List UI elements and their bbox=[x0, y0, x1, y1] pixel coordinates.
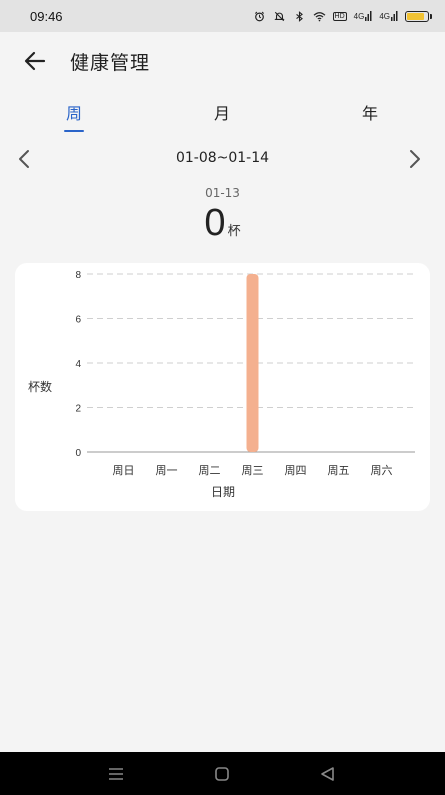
signal-bars-icon-2 bbox=[391, 11, 398, 21]
selected-value-block: 0杯 bbox=[0, 202, 445, 245]
system-nav-bar bbox=[0, 752, 445, 795]
y-tick-label: 6 bbox=[75, 315, 81, 326]
y-tick-label: 2 bbox=[75, 404, 81, 415]
bluetooth-icon bbox=[295, 10, 303, 22]
battery-icon bbox=[405, 10, 432, 22]
x-tick-label: 周四 bbox=[285, 464, 307, 477]
y-tick-label: 4 bbox=[75, 359, 81, 370]
network-label-1: 4G bbox=[353, 12, 365, 21]
menu-icon[interactable] bbox=[106, 764, 126, 784]
signal-4g-icon: 4G bbox=[354, 11, 373, 21]
chart-card: 0 2 4 6 8 周日 周一 周二 周三 周四 周五 周六 杯数日期 bbox=[15, 263, 430, 511]
y-axis-label: 杯数 bbox=[28, 379, 52, 394]
home-icon[interactable] bbox=[212, 764, 232, 784]
status-bar: 09:46 HD 4G 4G bbox=[0, 0, 445, 32]
water-intake-chart: 0 2 4 6 8 周日 周一 周二 周三 周四 周五 周六 杯数日期 bbox=[28, 270, 415, 499]
tab-month[interactable]: 月 bbox=[214, 100, 230, 124]
page-title: 健康管理 bbox=[70, 52, 151, 74]
tab-year[interactable]: 年 bbox=[362, 100, 378, 124]
x-tick-label: 周一 bbox=[156, 464, 178, 477]
status-time: 09:46 bbox=[30, 8, 63, 24]
y-tick-label: 0 bbox=[75, 448, 81, 459]
date-range-row: 01-08~01-14 bbox=[0, 146, 445, 172]
mute-icon bbox=[273, 11, 285, 21]
x-axis-label: 日期 bbox=[211, 485, 235, 499]
chevron-right-icon[interactable] bbox=[406, 148, 424, 170]
signal-4g-icon-2: 4G bbox=[379, 11, 398, 21]
x-tick-label: 周三 bbox=[242, 464, 264, 477]
selected-unit: 杯 bbox=[227, 224, 241, 239]
app-bar: 健康管理 bbox=[0, 38, 445, 84]
period-tabs: 周 月 年 bbox=[0, 96, 445, 140]
battery-fill bbox=[407, 12, 424, 20]
back-arrow-icon[interactable] bbox=[22, 49, 48, 73]
hd-badge: HD bbox=[332, 11, 347, 21]
x-tick-label: 周二 bbox=[199, 464, 221, 477]
chart-bar bbox=[246, 274, 259, 452]
selected-date: 01-13 bbox=[205, 186, 240, 200]
selected-value: 0 bbox=[204, 202, 226, 244]
alarm-icon bbox=[254, 11, 264, 21]
tab-week[interactable]: 周 bbox=[66, 100, 82, 124]
wifi-icon bbox=[313, 11, 325, 21]
y-tick-label: 8 bbox=[75, 270, 81, 281]
x-tick-label: 周五 bbox=[328, 464, 350, 477]
date-range-label: 01-08~01-14 bbox=[175, 150, 270, 166]
signal-bars-icon bbox=[365, 11, 372, 21]
status-icons: HD 4G 4G bbox=[253, 10, 432, 22]
network-label-2: 4G bbox=[379, 12, 390, 21]
back-icon[interactable] bbox=[318, 764, 338, 784]
tab-indicator bbox=[64, 130, 84, 132]
x-tick-label: 周日 bbox=[113, 464, 135, 477]
x-tick-label: 周六 bbox=[371, 464, 393, 477]
